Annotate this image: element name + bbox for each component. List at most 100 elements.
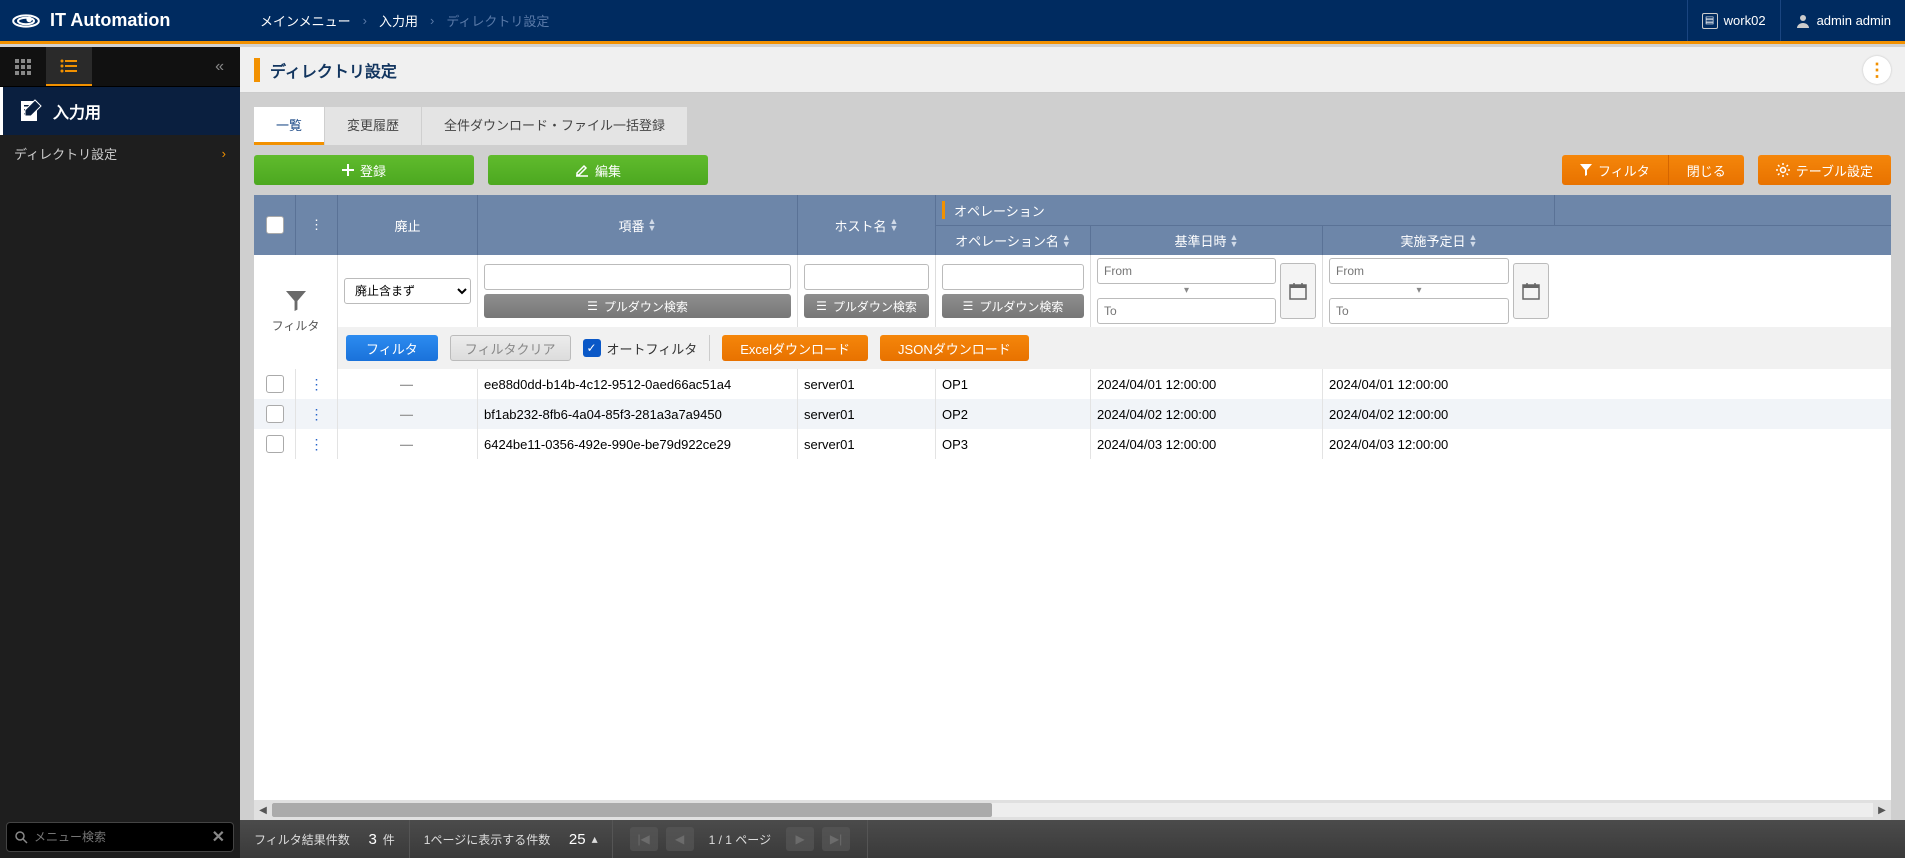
filter-ref-to[interactable] [1097, 298, 1276, 324]
horizontal-scrollbar[interactable]: ◀ ▶ [254, 800, 1891, 820]
col-host[interactable]: ホスト名▲▼ [798, 195, 936, 255]
product-name: IT Automation [50, 10, 170, 31]
page-next-button[interactable]: ▶ [786, 827, 814, 851]
page-prev-button[interactable]: ◀ [666, 827, 694, 851]
cell-plan-date: 2024/04/01 12:00:00 [1323, 369, 1555, 399]
filter-abolish-select[interactable]: 廃止含まず [344, 278, 471, 304]
filter-ref-from[interactable] [1097, 258, 1276, 284]
plus-icon [342, 164, 354, 176]
calendar-button-plan[interactable] [1513, 263, 1549, 319]
col-rowmenu[interactable]: ⋮ [296, 195, 338, 255]
filter-result-count: フィルタ結果件数 3 件 [240, 820, 410, 858]
more-icon: ⋮ [310, 412, 324, 416]
sidebar-subitem-label: ディレクトリ設定 [14, 144, 117, 163]
sidebar-item-input[interactable]: 入力用 [0, 87, 240, 135]
auto-filter-checkbox[interactable]: ✓ オートフィルタ [583, 339, 698, 358]
page-title: ディレクトリ設定 [270, 58, 1863, 82]
cell-op-name: OP1 [936, 369, 1091, 399]
row-menu-button[interactable]: ⋮ [296, 369, 338, 399]
tab-list[interactable]: 一覧 [254, 107, 324, 145]
filter-toggle-button[interactable]: フィルタ [1562, 155, 1668, 185]
tab-history[interactable]: 変更履歴 [325, 107, 421, 145]
filter-item-pulldown[interactable]: ☰プルダウン検索 [484, 294, 791, 318]
user-button[interactable]: admin admin [1780, 0, 1905, 41]
workspace-name: work02 [1724, 13, 1766, 28]
workspace-button[interactable]: ▤ work02 [1687, 0, 1780, 41]
menu-search[interactable]: ✕ [6, 822, 234, 852]
grid-view-toggle[interactable] [0, 47, 46, 86]
crumb-current: ディレクトリ設定 [446, 11, 549, 30]
sort-icon: ▲▼ [1062, 234, 1071, 248]
filter-clear-button[interactable]: フィルタクリア [450, 335, 571, 361]
page-last-button[interactable]: ▶| [822, 827, 850, 851]
user-icon [1795, 13, 1811, 29]
menu-search-input[interactable] [34, 830, 206, 844]
more-icon: ⋮ [310, 382, 324, 386]
more-icon: ⋮ [310, 217, 323, 233]
row-menu-button[interactable]: ⋮ [296, 429, 338, 459]
filter-apply-button[interactable]: フィルタ [346, 335, 438, 361]
sidebar-subitem-directory[interactable]: ディレクトリ設定 › [0, 135, 240, 171]
excel-download-button[interactable]: Excelダウンロード [722, 335, 868, 361]
filter-close-button[interactable]: 閉じる [1668, 155, 1744, 185]
filter-op-input[interactable] [942, 264, 1084, 290]
table-settings-button[interactable]: テーブル設定 [1758, 155, 1891, 185]
page-indicator: 1 / 1 ページ [699, 831, 781, 848]
checkbox-checked-icon: ✓ [583, 339, 601, 357]
sort-icon: ▲▼ [648, 218, 657, 232]
tab-download[interactable]: 全件ダウンロード・ファイル一括登録 [422, 107, 687, 145]
cell-item-no: 6424be11-0356-492e-990e-be79d922ce29 [478, 429, 798, 459]
gear-icon [1776, 163, 1790, 177]
filter-op-pulldown[interactable]: ☰プルダウン検索 [942, 294, 1084, 318]
filter-plan-to[interactable] [1329, 298, 1509, 324]
chevron-up-icon: ▴ [592, 832, 598, 846]
list-icon: ☰ [963, 299, 974, 313]
register-button[interactable]: 登録 [254, 155, 474, 185]
cell-abolish: — [338, 399, 478, 429]
cell-plan-date: 2024/04/03 12:00:00 [1323, 429, 1555, 459]
cell-ref-date: 2024/04/03 12:00:00 [1091, 429, 1323, 459]
json-download-button[interactable]: JSONダウンロード [880, 335, 1029, 361]
cell-plan-date: 2024/04/02 12:00:00 [1323, 399, 1555, 429]
per-page-control[interactable]: 1ページに表示する件数 25 ▴ [410, 820, 613, 858]
filter-host-pulldown[interactable]: ☰プルダウン検索 [804, 294, 929, 318]
page-first-button[interactable]: |◀ [630, 827, 658, 851]
filter-host-input[interactable] [804, 264, 929, 290]
row-checkbox[interactable] [266, 435, 284, 453]
calendar-button-ref[interactable] [1280, 263, 1316, 319]
collapse-sidebar-button[interactable]: « [92, 47, 240, 86]
cell-op-name: OP3 [936, 429, 1091, 459]
page-more-button[interactable]: ⋮ [1863, 56, 1891, 84]
user-name: admin admin [1817, 13, 1891, 28]
crumb-menu[interactable]: 入力用 [379, 11, 418, 30]
table-row: ⋮—6424be11-0356-492e-990e-be79d922ce29se… [254, 429, 1891, 459]
edit-button[interactable]: 編集 [488, 155, 708, 185]
filter-icon [1580, 164, 1592, 176]
list-icon: ☰ [816, 299, 827, 313]
more-icon: ⋮ [1868, 68, 1886, 72]
scroll-left-icon[interactable]: ◀ [254, 805, 272, 816]
crumb-main[interactable]: メインメニュー [260, 11, 351, 30]
select-all-checkbox[interactable] [266, 216, 284, 234]
col-plan-date[interactable]: 実施予定日▲▼ [1323, 226, 1555, 255]
col-abolish[interactable]: 廃止 [338, 195, 478, 255]
filter-label: フィルタ [1598, 161, 1650, 180]
col-item-no[interactable]: 項番▲▼ [478, 195, 798, 255]
col-ref-date[interactable]: 基準日時▲▼ [1091, 226, 1323, 255]
row-checkbox[interactable] [266, 375, 284, 393]
row-checkbox[interactable] [266, 405, 284, 423]
edit-icon [575, 163, 589, 177]
filter-item-input[interactable] [484, 264, 791, 290]
table-row: ⋮—bf1ab232-8fb6-4a04-85f3-281a3a7a9450se… [254, 399, 1891, 429]
scroll-thumb[interactable] [272, 803, 992, 817]
list-view-toggle[interactable] [46, 47, 92, 86]
clear-search-icon[interactable]: ✕ [212, 827, 225, 847]
scroll-right-icon[interactable]: ▶ [1873, 805, 1891, 816]
table-settings-label: テーブル設定 [1796, 161, 1873, 180]
col-op-name[interactable]: オペレーション名▲▼ [936, 226, 1091, 255]
filter-plan-from[interactable] [1329, 258, 1509, 284]
sidebar-item-label: 入力用 [53, 99, 101, 123]
product-logo[interactable]: IT Automation [0, 0, 240, 41]
grid-icon [14, 58, 32, 76]
row-menu-button[interactable]: ⋮ [296, 399, 338, 429]
